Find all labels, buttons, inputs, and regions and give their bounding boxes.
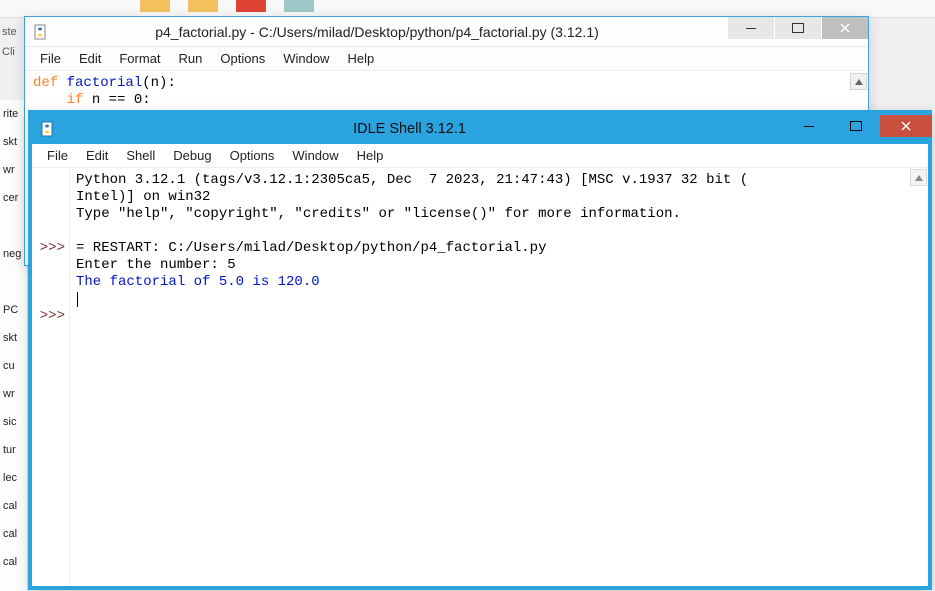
- prompt: >>>: [40, 308, 65, 324]
- scroll-up-button[interactable]: [910, 169, 927, 186]
- code-func-name: factorial: [67, 75, 143, 91]
- menu-debug[interactable]: Debug: [164, 145, 220, 166]
- bg-side-item: [0, 268, 27, 296]
- bg-side-item: wr: [0, 380, 27, 408]
- bg-side-item: cu: [0, 352, 27, 380]
- shell-input-prompt: Enter the number:: [76, 257, 227, 273]
- minimize-button[interactable]: [786, 115, 832, 137]
- shell-line: Python 3.12.1 (tags/v3.12.1:2305ca5, Dec…: [76, 172, 748, 188]
- bg-side-item: cal: [0, 492, 27, 520]
- editor-titlebar[interactable]: p4_factorial.py - C:/Users/milad/Desktop…: [25, 17, 868, 47]
- prompt: >>>: [40, 240, 65, 256]
- text-cursor: [77, 292, 78, 307]
- shell-restart-line: = RESTART: C:/Users/milad/Desktop/python…: [76, 240, 546, 256]
- bg-label-a: ste: [2, 26, 17, 38]
- shell-output-line: The factorial of 5.0 is 120.0: [76, 274, 320, 290]
- code-keyword: if: [67, 92, 84, 108]
- bg-side-item: lec: [0, 464, 27, 492]
- menu-window[interactable]: Window: [283, 145, 347, 166]
- close-button[interactable]: [822, 17, 868, 39]
- editor-window-controls: [727, 17, 868, 46]
- menu-format[interactable]: Format: [110, 48, 169, 69]
- menu-run[interactable]: Run: [170, 48, 212, 69]
- shell-body: >>> >>> Python 3.12.1 (tags/v3.12.1:2305…: [32, 168, 928, 586]
- menu-edit[interactable]: Edit: [77, 145, 117, 166]
- bg-side-item: neg: [0, 240, 27, 268]
- menu-help[interactable]: Help: [338, 48, 383, 69]
- scroll-up-button[interactable]: [850, 73, 867, 90]
- close-button[interactable]: [880, 115, 932, 137]
- menu-options[interactable]: Options: [221, 145, 284, 166]
- shell-titlebar[interactable]: IDLE Shell 3.12.1: [32, 114, 928, 144]
- shell-window: IDLE Shell 3.12.1 File Edit Shell Debug …: [28, 110, 932, 590]
- shell-title: IDLE Shell 3.12.1: [64, 121, 785, 137]
- minimize-button[interactable]: [728, 17, 774, 39]
- code-keyword: def: [33, 75, 58, 91]
- python-file-icon: [33, 24, 49, 40]
- desktop-icons-bg: [140, 0, 314, 15]
- bg-side-item: cal: [0, 548, 27, 576]
- shell-line: Intel)] on win32: [76, 189, 210, 205]
- bg-side-item: cer: [0, 184, 27, 212]
- shell-line: Type "help", "copyright", "credits" or "…: [76, 206, 681, 222]
- menu-edit[interactable]: Edit: [70, 48, 110, 69]
- editor-menubar: File Edit Format Run Options Window Help: [25, 47, 868, 71]
- shell-menubar: File Edit Shell Debug Options Window Hel…: [32, 144, 928, 168]
- menu-window[interactable]: Window: [274, 48, 338, 69]
- bg-side-item: tur: [0, 436, 27, 464]
- menu-file[interactable]: File: [38, 145, 77, 166]
- code-text: n == 0:: [83, 92, 150, 108]
- shell-user-input: 5: [227, 257, 235, 273]
- bg-side-item: sic: [0, 408, 27, 436]
- bg-side-item: wr: [0, 156, 27, 184]
- menu-help[interactable]: Help: [348, 145, 393, 166]
- maximize-button[interactable]: [833, 115, 879, 137]
- shell-text-area[interactable]: Python 3.12.1 (tags/v3.12.1:2305ca5, Dec…: [70, 168, 928, 586]
- menu-options[interactable]: Options: [211, 48, 274, 69]
- bg-side-item: cal: [0, 520, 27, 548]
- code-text: [33, 92, 67, 108]
- code-text: (n):: [142, 75, 176, 91]
- maximize-button[interactable]: [775, 17, 821, 39]
- bg-side-item: PC: [0, 296, 27, 324]
- python-shell-icon: [40, 121, 56, 137]
- bg-side-item: rite: [0, 100, 27, 128]
- menu-file[interactable]: File: [31, 48, 70, 69]
- bg-side-item: [0, 212, 27, 240]
- shell-prompt-gutter: >>> >>>: [32, 168, 70, 586]
- shell-window-controls: [785, 115, 932, 139]
- bg-side-item: skt: [0, 324, 27, 352]
- editor-title: p4_factorial.py - C:/Users/milad/Desktop…: [57, 24, 727, 40]
- menu-shell[interactable]: Shell: [117, 145, 164, 166]
- bg-label-b: Cli: [2, 46, 15, 58]
- bg-side-item: skt: [0, 128, 27, 156]
